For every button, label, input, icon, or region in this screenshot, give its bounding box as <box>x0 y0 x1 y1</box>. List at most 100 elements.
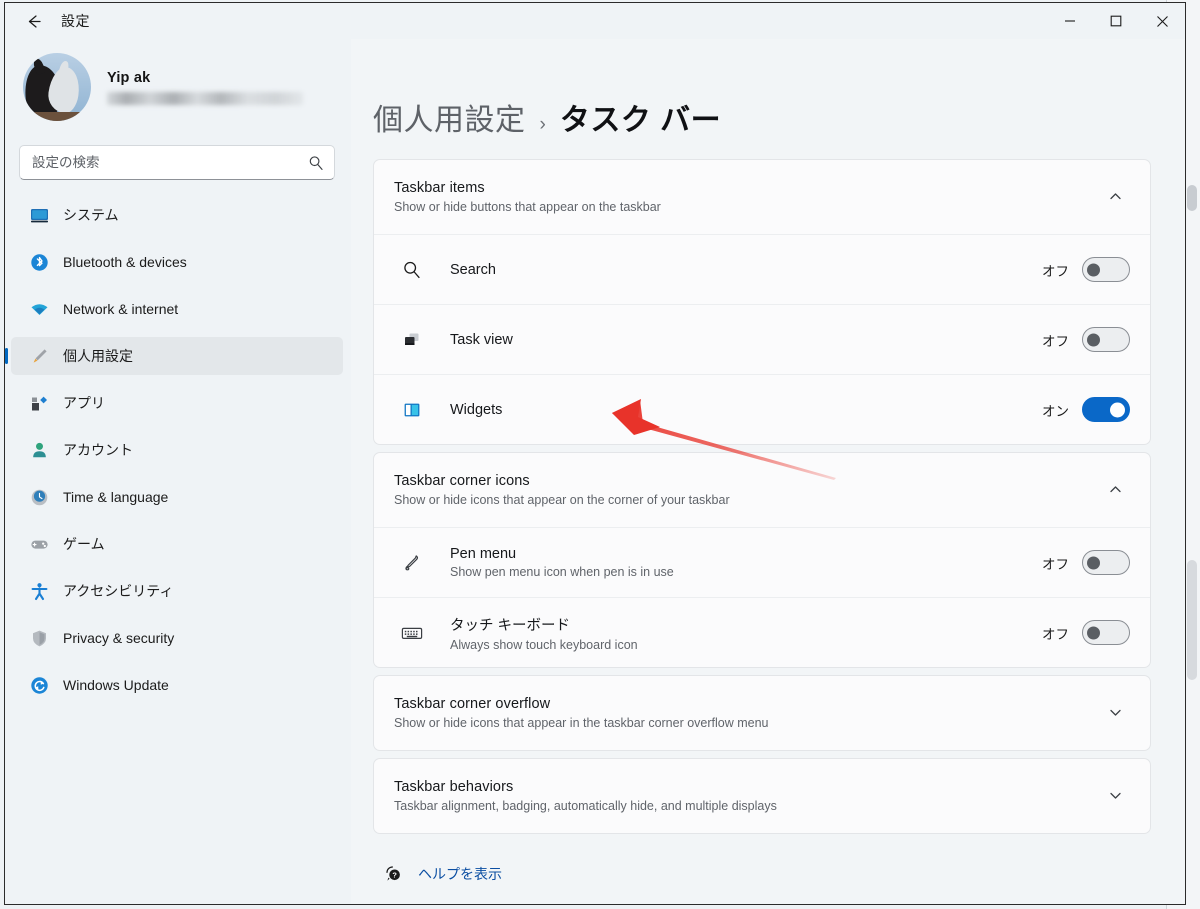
window-body: Yip ak 設定の検索 システム Bluetooth & devices Ne… <box>5 39 1185 904</box>
section-taskbar-corner-icons: Taskbar corner icons Show or hide icons … <box>373 452 1151 668</box>
back-button[interactable] <box>13 6 53 36</box>
minimize-button[interactable] <box>1047 3 1093 39</box>
section-header-taskbar-corner-icons[interactable]: Taskbar corner icons Show or hide icons … <box>374 453 1150 527</box>
app-title: 設定 <box>61 13 90 29</box>
toggle-touch-keyboard[interactable] <box>1082 620 1130 645</box>
sidebar-item-label: アプリ <box>63 395 105 411</box>
toggle-state-label: オフ <box>1042 626 1069 642</box>
account-person-icon <box>25 440 53 461</box>
close-button[interactable] <box>1139 3 1185 39</box>
toggle-state-label: オフ <box>1042 556 1069 572</box>
toggle-search[interactable] <box>1082 257 1130 282</box>
section-header-taskbar-items[interactable]: Taskbar items Show or hide buttons that … <box>374 160 1150 234</box>
setting-row-text: Pen menu Show pen menu icon when pen is … <box>450 546 1042 579</box>
paintbrush-glyph <box>33 348 47 363</box>
sidebar-item-label: アクセシビリティ <box>63 583 174 599</box>
accessibility-glyph <box>31 582 47 600</box>
paintbrush-icon <box>25 346 53 367</box>
back-arrow-icon <box>28 14 41 28</box>
search-input[interactable] <box>20 155 334 170</box>
setting-subtitle: Show pen menu icon when pen is in use <box>450 565 674 579</box>
section-header-taskbar-corner-overflow[interactable]: Taskbar corner overflow Show or hide ico… <box>374 676 1150 750</box>
breadcrumb: 個人用設定 › タスク バー <box>373 39 1151 159</box>
gamepad-icon <box>25 534 53 555</box>
chevron-down-glyph <box>1109 792 1121 799</box>
setting-row-touch-keyboard[interactable]: タッチ キーボード Always show touch keyboard ico… <box>374 597 1150 667</box>
search-icon <box>374 260 450 280</box>
toggle-container: オフ <box>1042 257 1130 282</box>
chevron-up-icon[interactable] <box>1100 482 1130 497</box>
section-header-text: Taskbar behaviors Taskbar alignment, bad… <box>394 779 1100 813</box>
search-box[interactable] <box>19 145 335 180</box>
help-row: ? ヘルプを表示 <box>373 841 1151 884</box>
toggle-widgets[interactable] <box>1082 397 1130 422</box>
setting-row-search[interactable]: Search オフ <box>374 234 1150 304</box>
sidebar-item-label: Privacy & security <box>63 630 175 646</box>
shield-glyph <box>32 630 46 646</box>
help-question-icon: ? <box>383 863 404 884</box>
toggle-knob <box>1087 626 1100 639</box>
account-text: Yip ak <box>107 70 303 105</box>
search-container <box>5 131 351 186</box>
toggle-pen-menu[interactable] <box>1082 550 1130 575</box>
touch-keyboard-icon <box>374 623 450 643</box>
section-title: Taskbar corner icons <box>394 472 530 489</box>
toggle-task-view[interactable] <box>1082 327 1130 352</box>
apps-icon <box>25 393 53 414</box>
setting-row-widgets[interactable]: Widgets オン <box>374 374 1150 444</box>
chevron-up-icon[interactable] <box>1100 189 1130 204</box>
system-monitor-icon <box>25 205 53 226</box>
setting-row-pen-menu[interactable]: Pen menu Show pen menu icon when pen is … <box>374 527 1150 597</box>
chevron-down-icon[interactable] <box>1100 705 1130 720</box>
background-scrollbar-top[interactable] <box>1187 185 1197 211</box>
sidebar-item-label: システム <box>63 207 119 223</box>
chevron-down-icon[interactable] <box>1100 788 1130 803</box>
widgets-glyph <box>404 403 420 416</box>
account-block[interactable]: Yip ak <box>5 43 351 131</box>
widgets-icon <box>374 400 450 420</box>
setting-title: Pen menu <box>450 546 517 562</box>
section-taskbar-items: Taskbar items Show or hide buttons that … <box>373 159 1151 445</box>
section-subtitle: Show or hide buttons that appear on the … <box>394 199 661 214</box>
chevron-up-glyph <box>1109 486 1121 493</box>
sidebar-item-personalization[interactable]: 個人用設定 <box>11 337 343 375</box>
update-refresh-icon <box>25 675 53 696</box>
setting-subtitle: Always show touch keyboard icon <box>450 637 638 652</box>
maximize-button[interactable] <box>1093 3 1139 39</box>
sidebar-item-accessibility[interactable]: アクセシビリティ <box>11 572 343 610</box>
shield-icon <box>25 628 53 649</box>
sidebar-item-gaming[interactable]: ゲーム <box>11 525 343 563</box>
sidebar-item-windows-update[interactable]: Windows Update <box>11 666 343 704</box>
close-icon <box>1156 15 1168 27</box>
avatar-fence <box>23 112 91 121</box>
sidebar-item-system[interactable]: システム <box>11 196 343 234</box>
section-taskbar-corner-overflow: Taskbar corner overflow Show or hide ico… <box>373 675 1151 751</box>
setting-title: Search <box>450 261 496 278</box>
sidebar-item-label: アカウント <box>63 442 133 458</box>
sidebar-item-time-language[interactable]: Time & language <box>11 478 343 516</box>
sidebar-item-accounts[interactable]: アカウント <box>11 431 343 469</box>
help-glyph: ? <box>386 866 400 881</box>
setting-row-task-view[interactable]: Task view オフ <box>374 304 1150 374</box>
breadcrumb-parent[interactable]: 個人用設定 <box>373 95 526 139</box>
help-link[interactable]: ヘルプを表示 <box>418 864 502 884</box>
account-email-redacted <box>107 91 303 105</box>
maximize-icon <box>1110 15 1122 27</box>
gamepad-glyph <box>30 540 48 549</box>
keyboard-glyph <box>401 627 423 639</box>
accessibility-person-icon <box>25 581 53 602</box>
background-scrollbar-bottom[interactable] <box>1187 560 1197 680</box>
sidebar-item-apps[interactable]: アプリ <box>11 384 343 422</box>
chevron-down-glyph <box>1109 709 1121 716</box>
sidebar-item-privacy-security[interactable]: Privacy & security <box>11 619 343 657</box>
toggle-knob <box>1087 556 1100 569</box>
setting-title: タッチ キーボード <box>450 617 571 634</box>
settings-window: 設定 Yip ak 設定の検索 システム Bluetooth & devices… <box>4 2 1186 905</box>
toggle-container: オフ <box>1042 327 1130 352</box>
sidebar-item-network-internet[interactable]: Network & internet <box>11 290 343 328</box>
section-header-taskbar-behaviors[interactable]: Taskbar behaviors Taskbar alignment, bad… <box>374 759 1150 833</box>
person-glyph <box>32 442 46 457</box>
section-subtitle: Show or hide icons that appear on the co… <box>394 492 730 507</box>
sidebar-item-label: Network & internet <box>63 301 179 317</box>
sidebar-item-bluetooth-devices[interactable]: Bluetooth & devices <box>11 243 343 281</box>
